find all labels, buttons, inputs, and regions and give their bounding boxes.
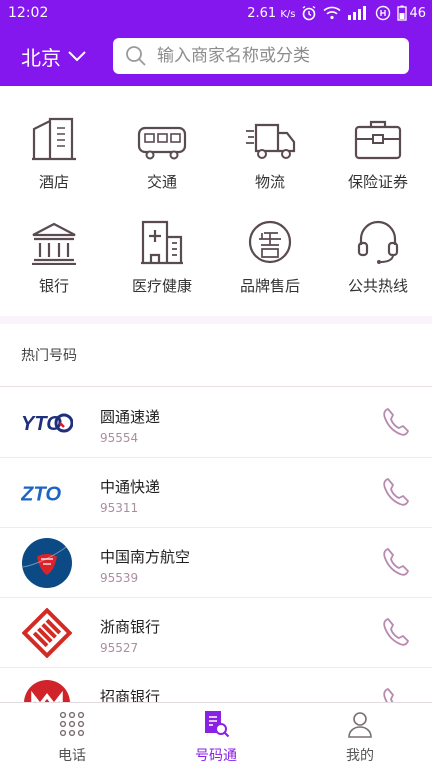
- truck-icon: [246, 123, 296, 159]
- search-icon: [126, 46, 146, 66]
- city-selector[interactable]: 北京: [21, 42, 109, 71]
- tab-label: 电话: [58, 748, 86, 764]
- hot-number-name: 中通快递: [100, 478, 161, 496]
- category-label: 酒店: [38, 173, 69, 191]
- tab-label: 我的: [346, 748, 374, 764]
- status-time: 12:02: [8, 5, 49, 21]
- category-bank[interactable]: 银行: [0, 196, 108, 296]
- list-item[interactable]: 浙商银行 95527: [0, 598, 432, 668]
- list-item[interactable]: YTO 圆通速递 95554: [0, 388, 432, 458]
- top-bar: 12:02 2.61 K/s 46 北京: [0, 0, 432, 86]
- headset-icon: [357, 220, 399, 264]
- hospital-icon: [141, 220, 183, 265]
- list-item[interactable]: 中国南方航空 95539: [0, 528, 432, 598]
- category-label: 银行: [38, 277, 69, 295]
- battery-icon: [397, 5, 408, 21]
- phone-icon[interactable]: [380, 406, 412, 438]
- header: 北京: [0, 30, 432, 82]
- tab-directory[interactable]: 号码通: [144, 703, 288, 767]
- section-divider: [0, 316, 432, 324]
- user-icon: [348, 712, 372, 738]
- category-label: 交通: [146, 173, 177, 191]
- category-label: 公共热线: [347, 277, 408, 295]
- wifi-icon: [323, 6, 341, 20]
- category-label: 物流: [254, 173, 285, 191]
- search-input[interactable]: [157, 46, 397, 66]
- category-label: 医疗健康: [131, 277, 192, 295]
- city-label: 北京: [21, 45, 61, 70]
- search-box[interactable]: [113, 38, 409, 74]
- category-grid: 酒店 交通 物流 保险证券 银行 医疗健康 品牌售后 公共热线: [0, 92, 432, 312]
- bus-icon: [137, 126, 187, 160]
- phone-icon[interactable]: [380, 546, 412, 578]
- bottom-tab-bar: 电话 号码通 我的: [0, 702, 432, 767]
- category-public-hotline[interactable]: 公共热线: [324, 196, 432, 296]
- svg-text:ZTO: ZTO: [21, 484, 61, 506]
- hotel-icon: [32, 117, 76, 161]
- briefcase-icon: [354, 120, 402, 160]
- alarm-icon: [303, 5, 316, 21]
- category-logistics[interactable]: 物流: [216, 92, 324, 192]
- tab-mine[interactable]: 我的: [288, 703, 432, 767]
- battery-level: 46: [409, 5, 426, 21]
- category-transport[interactable]: 交通: [108, 92, 216, 192]
- hot-number-value: 95527: [100, 641, 139, 655]
- hd-icon: [376, 5, 391, 21]
- hot-number-list: YTO 圆通速递 95554 ZTO 中通快递 95311 中国南方航空 955…: [0, 388, 432, 738]
- category-insurance[interactable]: 保险证券: [324, 92, 432, 192]
- category-label: 保险证券: [347, 173, 408, 191]
- dialpad-icon: [59, 711, 85, 737]
- status-bar: 12:02 2.61 K/s 46: [0, 0, 432, 26]
- chevron-down-icon: [68, 51, 86, 62]
- category-medical[interactable]: 医疗健康: [108, 196, 216, 296]
- hot-number-name: 中国南方航空: [100, 548, 191, 566]
- hot-number-name: 浙商银行: [100, 618, 161, 636]
- phone-icon[interactable]: [380, 616, 412, 648]
- hot-number-name: 圆通速递: [100, 408, 161, 426]
- category-label: 品牌售后: [239, 277, 300, 295]
- directory-search-icon: [205, 711, 230, 738]
- zto-logo: ZTO: [21, 469, 73, 517]
- phone-icon[interactable]: [380, 476, 412, 508]
- czbank-logo: [21, 608, 73, 658]
- network-speed: 2.61 K/s: [247, 5, 296, 21]
- category-hotel[interactable]: 酒店: [0, 92, 108, 192]
- battery-indicator: 46: [397, 5, 426, 21]
- status-right: 2.61 K/s 46: [247, 5, 426, 21]
- section-line: [0, 386, 432, 387]
- yto-logo: YTO: [21, 399, 73, 447]
- hot-number-value: 95539: [100, 571, 139, 585]
- hot-number-value: 95311: [100, 501, 139, 515]
- signal-icon: [348, 6, 367, 20]
- hot-section-title: 热门号码: [21, 348, 77, 364]
- bank-icon: [32, 222, 76, 265]
- tab-phone[interactable]: 电话: [0, 703, 144, 767]
- tab-label: 号码通: [195, 748, 237, 764]
- aftersale-icon: [248, 220, 292, 264]
- hot-number-value: 95554: [100, 431, 139, 445]
- china-southern-logo: [21, 538, 73, 588]
- category-aftersale[interactable]: 品牌售后: [216, 196, 324, 296]
- list-item[interactable]: ZTO 中通快递 95311: [0, 458, 432, 528]
